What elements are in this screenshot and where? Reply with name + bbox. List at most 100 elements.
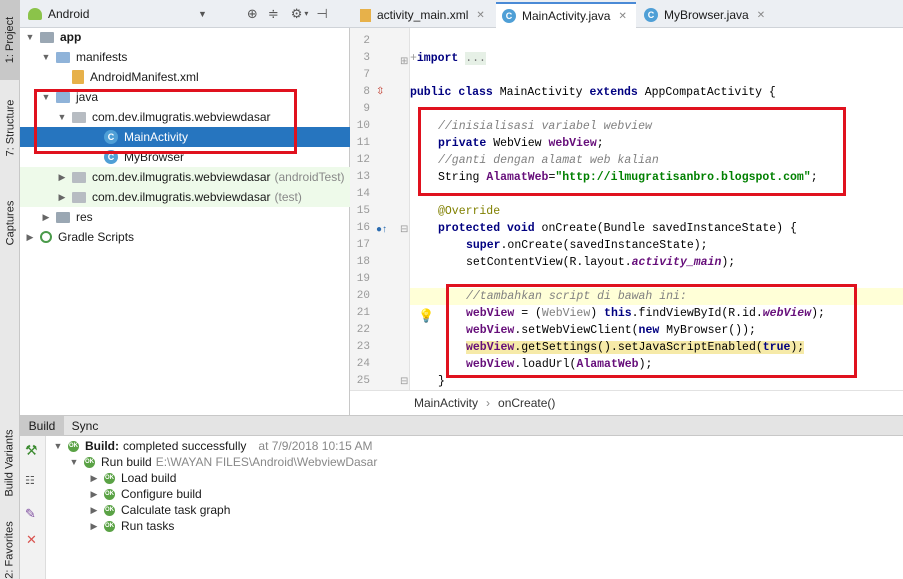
field: webView <box>466 307 515 320</box>
comment: //tambahkan script di bawah ini: <box>466 290 687 303</box>
success-icon: OK <box>68 440 79 452</box>
tree-item-gradle-scripts[interactable]: ▶ Gradle Scripts <box>20 227 350 247</box>
tree-item-package[interactable]: ▼ com.dev.ilmugratis.webviewdasar <box>20 107 350 127</box>
tab-build-variants[interactable]: Build Variants <box>0 418 20 508</box>
build-step-row[interactable]: ▶ OK Calculate task graph <box>88 502 231 518</box>
tree-item-app[interactable]: ▼ app <box>20 27 350 47</box>
tab-build[interactable]: Build <box>20 416 64 436</box>
build-step-row[interactable]: ▶ OK Configure build <box>88 486 202 502</box>
fold-minus-icon[interactable]: ⊟ <box>400 224 408 236</box>
tab-mainactivity-java[interactable]: C MainActivity.java ✕ <box>496 2 636 28</box>
breadcrumb-class[interactable]: MainActivity <box>414 396 478 410</box>
filter-icon[interactable]: ✎ <box>25 506 36 522</box>
call: .onCreate(savedInstanceState); <box>500 239 708 252</box>
close-icon[interactable]: ✕ <box>757 10 765 21</box>
override-icon[interactable]: ●↑ <box>376 224 387 236</box>
view-selector[interactable]: Android <box>48 7 168 21</box>
folded-imports[interactable]: ... <box>465 52 486 65</box>
settings-arrow-icon[interactable]: ▾ <box>304 9 308 18</box>
fold-marker-icon[interactable]: + <box>410 52 417 65</box>
line-number: 15 <box>356 205 370 217</box>
package-icon <box>72 111 86 123</box>
tree-item-manifests[interactable]: ▼ manifests <box>20 47 350 67</box>
field: webView <box>466 324 515 337</box>
breadcrumb-separator: › <box>486 396 491 410</box>
tree-item-java[interactable]: ▼ java <box>20 87 350 107</box>
tab-project-label: 1: Project <box>4 16 16 64</box>
chevron-down-icon[interactable]: ▼ <box>40 92 52 102</box>
class-icon: C <box>644 8 658 22</box>
locate-icon[interactable]: ⊕ <box>247 6 258 22</box>
class-icon: C <box>104 130 118 144</box>
line-number: 8 <box>363 86 370 98</box>
method-signature: onCreate(Bundle savedInstanceState) { <box>541 222 797 235</box>
build-step-row[interactable]: ▶ OK Load build <box>88 470 177 486</box>
dropdown-arrow-icon[interactable]: ▼ <box>198 9 207 19</box>
chevron-right-icon[interactable]: ▶ <box>88 505 100 516</box>
android-studio-window: 1: Project 7: Structure Captures Build V… <box>0 0 903 579</box>
implementation-icon[interactable]: ⇳ <box>376 86 384 98</box>
tab-structure[interactable]: 7: Structure <box>0 88 20 168</box>
chevron-right-icon[interactable]: ▶ <box>88 489 100 500</box>
breadcrumb-method[interactable]: onCreate() <box>498 396 555 410</box>
code-text: .getSettings().setJavaScriptEnabled( <box>514 341 763 354</box>
tab-captures[interactable]: Captures <box>0 188 20 258</box>
tree-item-package-test[interactable]: ▶ com.dev.ilmugratis.webviewdasar (test) <box>20 187 350 207</box>
field: webView <box>548 137 597 150</box>
hide-icon[interactable]: ⊣ <box>316 6 327 22</box>
build-status-row[interactable]: ▼ OK Build: completed successfully at 7/… <box>52 438 373 454</box>
build-tool-tabs: Build Sync <box>20 415 903 436</box>
field: AlamatWeb <box>576 358 639 371</box>
package-icon <box>72 191 86 203</box>
close-icon[interactable]: ✕ <box>476 10 484 21</box>
call-end: ); <box>721 256 736 269</box>
code-line-21: webView = (WebView) this.findViewById(R.… <box>410 305 903 322</box>
closing-brace: } <box>438 375 445 388</box>
settings-icon[interactable]: ⚙ <box>291 6 303 22</box>
build-step-row[interactable]: ▶ OK Run tasks <box>88 518 175 534</box>
fold-end-icon[interactable]: ⊟ <box>400 376 408 388</box>
tree-item-res[interactable]: ▶ res <box>20 207 350 227</box>
close-icon[interactable]: ✕ <box>26 532 37 548</box>
tree-item-package-androidtest[interactable]: ▶ com.dev.ilmugratis.webviewdasar (andro… <box>20 167 350 187</box>
hammer-icon[interactable]: ⚒ <box>25 442 38 459</box>
toggle-view-icon[interactable]: ☷ <box>25 474 35 487</box>
tree-item-label: com.dev.ilmugratis.webviewdasar <box>92 110 271 124</box>
annotation: @Override <box>438 205 501 218</box>
chevron-down-icon[interactable]: ▼ <box>56 112 68 122</box>
tree-item-label: com.dev.ilmugratis.webviewdasar <box>92 190 271 204</box>
tree-item-mainactivity[interactable]: C MainActivity <box>20 127 350 147</box>
chevron-down-icon[interactable]: ▼ <box>52 441 64 451</box>
code-line-23: webView.getSettings().setJavaScriptEnabl… <box>410 339 903 356</box>
tree-item-mybrowser[interactable]: C MyBrowser <box>20 147 350 167</box>
keyword: public <box>410 86 452 99</box>
collapse-icon[interactable]: ≑ <box>268 6 279 22</box>
chevron-right-icon[interactable]: ▶ <box>88 521 100 532</box>
chevron-right-icon[interactable]: ▶ <box>56 172 68 183</box>
fold-plus-icon[interactable]: ⊞ <box>400 56 408 68</box>
chevron-right-icon[interactable]: ▶ <box>56 192 68 203</box>
line-number: 10 <box>356 120 370 132</box>
chevron-right-icon[interactable]: ▶ <box>88 473 100 484</box>
tab-project[interactable]: 1: Project <box>0 0 20 80</box>
chevron-down-icon[interactable]: ▼ <box>40 52 52 62</box>
chevron-right-icon[interactable]: ▶ <box>24 232 36 243</box>
module-folder-icon <box>40 31 54 43</box>
chevron-down-icon[interactable]: ▼ <box>68 457 80 467</box>
tab-mybrowser-java[interactable]: C MyBrowser.java ✕ <box>638 2 766 28</box>
tree-item-label: com.dev.ilmugratis.webviewdasar <box>92 170 271 184</box>
code-text: MyBrowser()); <box>659 324 756 337</box>
close-icon[interactable]: ✕ <box>618 11 626 22</box>
chevron-down-icon[interactable]: ▼ <box>24 32 36 42</box>
chevron-right-icon[interactable]: ▶ <box>40 212 52 223</box>
run-build-label: Run build <box>101 455 152 469</box>
tab-favorites[interactable]: 2: Favorites <box>0 520 20 579</box>
tab-activity-main-xml[interactable]: activity_main.xml ✕ <box>354 2 494 28</box>
project-panel: Android ▼ ⊕ ≑ ⚙ ▾ ⊣ ▼ app ▼ manifests An… <box>20 0 350 415</box>
run-build-row[interactable]: ▼ OK Run build E:\WAYAN FILES\Android\We… <box>68 454 378 470</box>
string-literal: "http://ilmugratisanbro.blogspot.com" <box>555 171 811 184</box>
code-text: = ( <box>514 307 542 320</box>
field: AlamatWeb <box>486 171 549 184</box>
tab-sync[interactable]: Sync <box>66 416 104 436</box>
tree-item-androidmanifest[interactable]: AndroidManifest.xml <box>20 67 350 87</box>
